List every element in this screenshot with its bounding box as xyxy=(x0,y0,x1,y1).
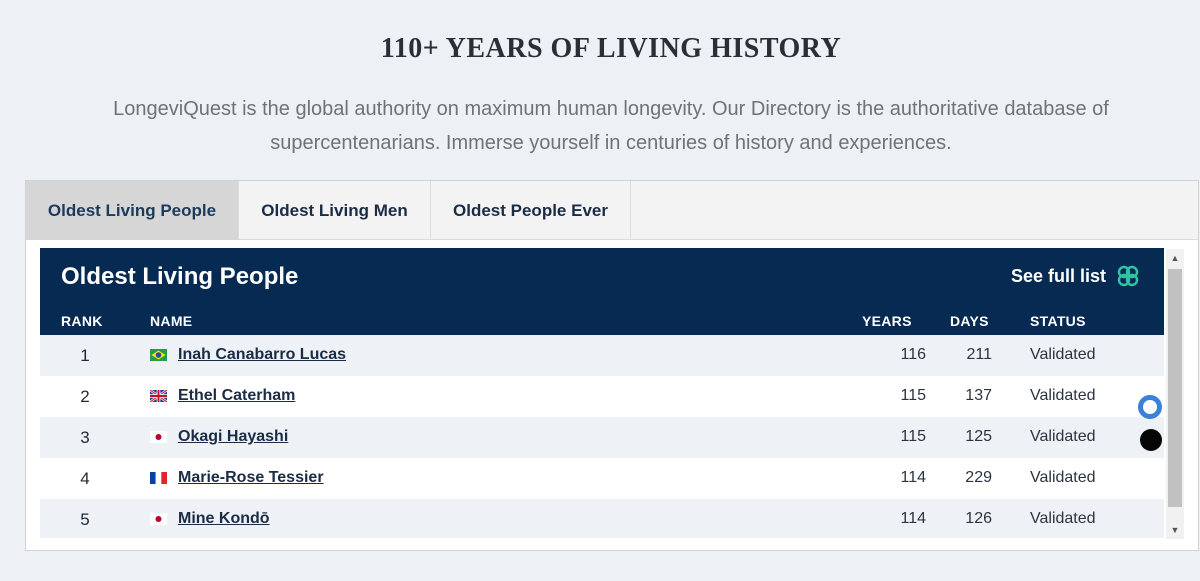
row-status: Validated xyxy=(1030,428,1096,445)
row-rank: 1 xyxy=(80,346,90,365)
table-scrollbar[interactable]: ▲ ▼ xyxy=(1166,249,1184,539)
row-years: 114 xyxy=(900,469,926,486)
row-years: 114 xyxy=(900,510,926,527)
row-days: 211 xyxy=(966,346,992,363)
table-row: 4 Marie-Rose Tessier 114 229 Validated xyxy=(40,458,1164,499)
col-header-rank: RANK xyxy=(61,313,103,329)
row-years: 116 xyxy=(900,346,926,363)
directory-panel: Oldest Living People Oldest Living Men O… xyxy=(25,180,1199,551)
row-rank: 5 xyxy=(80,510,90,529)
row-name-link[interactable]: Okagi Hayashi xyxy=(178,428,288,446)
japan-flag-icon xyxy=(150,431,167,443)
col-header-days: DAYS xyxy=(950,313,989,329)
row-status: Validated xyxy=(1030,469,1096,486)
uk-flag-icon xyxy=(150,390,167,402)
row-days: 229 xyxy=(965,469,992,486)
table-title: Oldest Living People xyxy=(61,263,299,290)
row-rank: 4 xyxy=(80,469,90,488)
tab-oldest-people-ever[interactable]: Oldest People Ever xyxy=(431,181,631,240)
table-row: 2 Ethel Caterham 115 137 Validated xyxy=(40,376,1164,417)
table-row: 1 Inah Canabarro Lucas 116 211 Validated xyxy=(40,335,1164,376)
row-status: Validated xyxy=(1030,387,1096,404)
row-name-link[interactable]: Marie-Rose Tessier xyxy=(178,469,324,487)
ranking-table: Oldest Living People See full list RANK … xyxy=(40,248,1164,538)
floating-radio-filled-icon[interactable] xyxy=(1140,429,1162,451)
tab-oldest-living-men[interactable]: Oldest Living Men xyxy=(239,181,431,240)
row-name-link[interactable]: Mine Kondō xyxy=(178,510,270,528)
tab-bar: Oldest Living People Oldest Living Men O… xyxy=(26,181,1198,240)
table-row: 5 Mine Kondō 114 126 Validated xyxy=(40,499,1164,538)
row-days: 126 xyxy=(965,510,992,527)
row-days: 125 xyxy=(965,428,992,445)
france-flag-icon xyxy=(150,472,167,484)
table-header: Oldest Living People See full list RANK … xyxy=(40,248,1164,335)
row-rank: 3 xyxy=(80,428,90,447)
row-years: 115 xyxy=(900,428,926,445)
col-header-name: NAME xyxy=(150,313,193,329)
page-headline: 110+ YEARS OF LIVING HISTORY xyxy=(380,33,842,64)
row-rank: 2 xyxy=(80,387,90,406)
clover-icon xyxy=(1117,265,1139,287)
row-status: Validated xyxy=(1030,346,1096,363)
table-row: 3 Okagi Hayashi 115 125 Validated xyxy=(40,417,1164,458)
brazil-flag-icon xyxy=(150,349,167,361)
japan-flag-icon xyxy=(150,513,167,525)
row-name-link[interactable]: Ethel Caterham xyxy=(178,387,295,405)
floating-radio-outline-icon[interactable] xyxy=(1138,395,1162,419)
scroll-thumb[interactable] xyxy=(1168,269,1182,507)
row-years: 115 xyxy=(900,387,926,404)
scroll-down-arrow-icon[interactable]: ▼ xyxy=(1166,521,1184,539)
row-days: 137 xyxy=(965,387,992,404)
intro-text: LongeviQuest is the global authority on … xyxy=(113,98,1109,154)
tab-oldest-living-people[interactable]: Oldest Living People xyxy=(26,181,239,240)
col-header-years: YEARS xyxy=(862,313,912,329)
scroll-up-arrow-icon[interactable]: ▲ xyxy=(1166,249,1184,267)
see-full-list-link[interactable]: See full list xyxy=(1011,264,1140,288)
see-full-list-label: See full list xyxy=(1010,265,1106,286)
row-status: Validated xyxy=(1030,510,1096,527)
col-header-status: STATUS xyxy=(1030,313,1086,329)
row-name-link[interactable]: Inah Canabarro Lucas xyxy=(178,346,346,364)
